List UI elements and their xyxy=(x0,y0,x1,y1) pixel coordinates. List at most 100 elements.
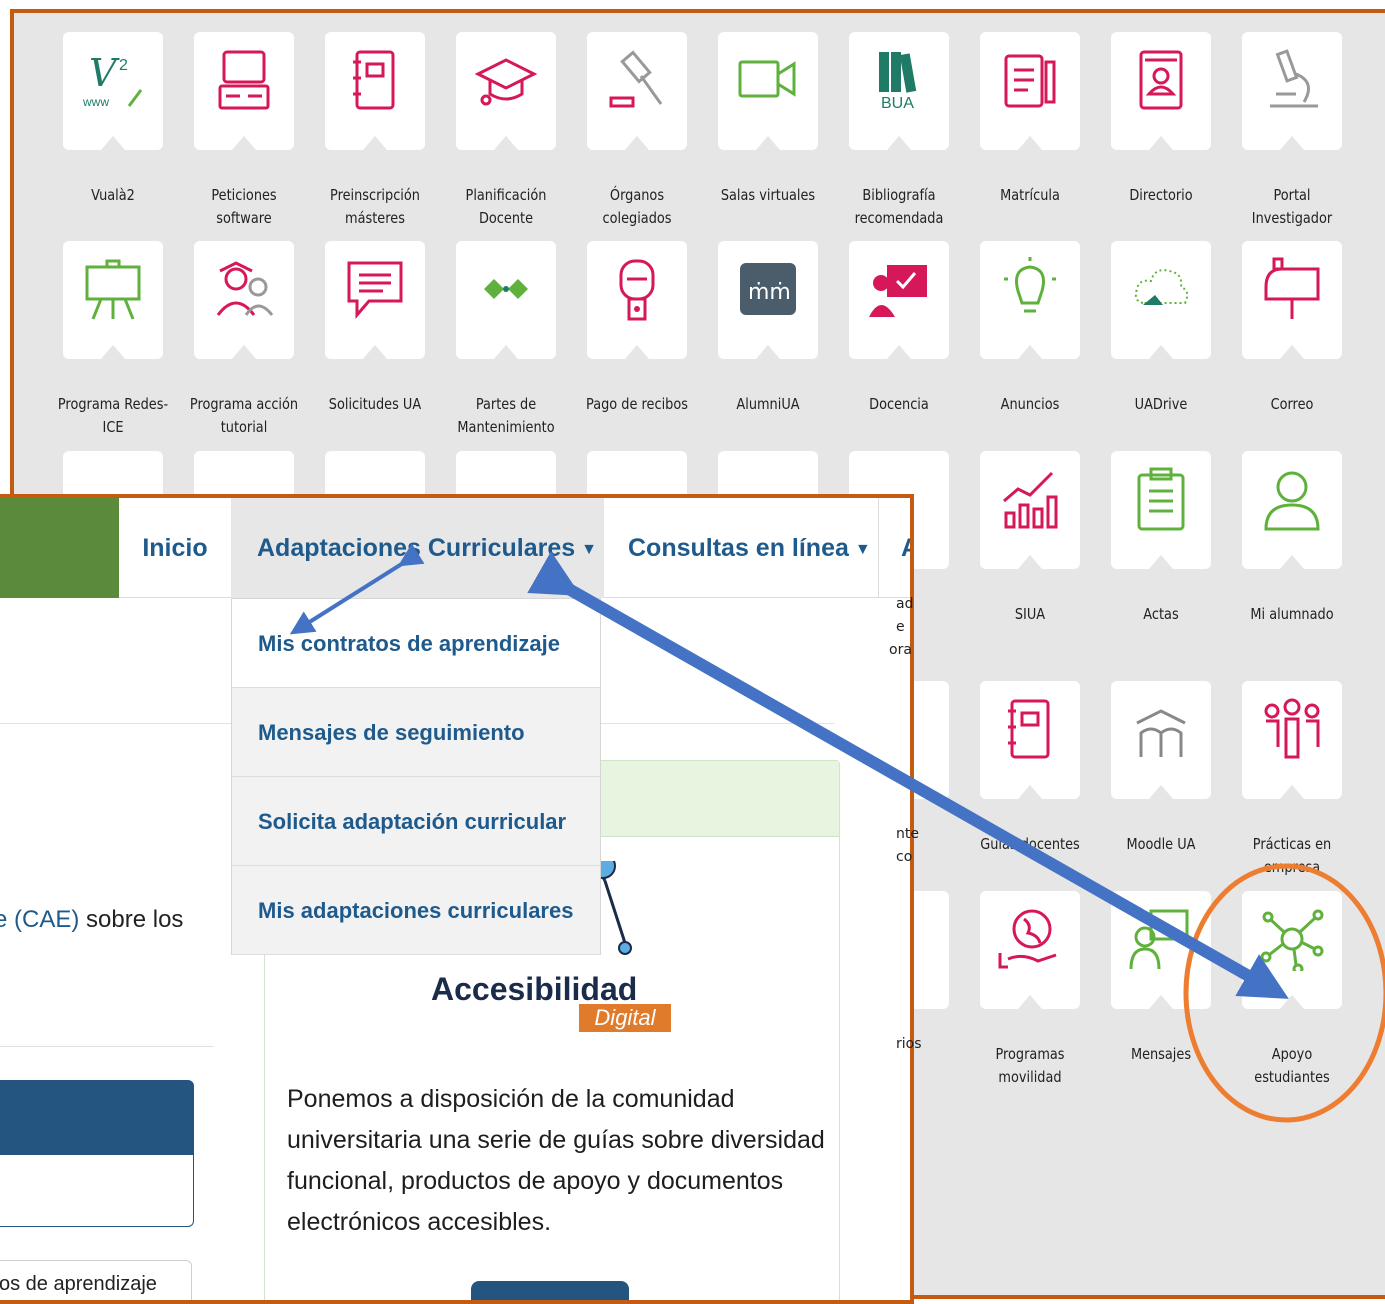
app-tile[interactable]: Programa Redes-ICE xyxy=(30,227,168,437)
app-tile-card xyxy=(849,241,949,359)
nav-adaptaciones-curriculares[interactable]: Adaptaciones Curriculares ▼ xyxy=(231,498,604,598)
card-button[interactable] xyxy=(471,1281,629,1300)
globe-hand-icon xyxy=(998,909,1057,969)
app-tile-label: Mi alumnado xyxy=(1250,605,1334,623)
app-tile[interactable]: BUA Bibliografía recomendada xyxy=(816,18,949,228)
graduation-cap-icon xyxy=(474,58,538,106)
app-tile[interactable]: Actas xyxy=(1078,437,1211,647)
menu-item-mis-contratos[interactable]: Mis contratos de aprendizaje xyxy=(232,599,600,688)
accessibility-webpage: Inicio Adaptaciones Curriculares ▼ Consul… xyxy=(0,494,914,1304)
panel-body xyxy=(0,1155,194,1227)
diamonds-icon xyxy=(484,279,528,299)
app-tile[interactable]: Preinscripción másteres xyxy=(292,18,425,228)
app-tile-label: UADrive xyxy=(1134,395,1188,413)
app-tile[interactable]: Partes de Mantenimiento xyxy=(423,227,556,437)
app-tile-card xyxy=(456,241,556,359)
app-tile[interactable]: Solicitudes UA xyxy=(292,227,425,437)
nav-consultas-en-linea[interactable]: Consultas en línea ▼ xyxy=(604,498,879,598)
svg-text:2: 2 xyxy=(119,57,128,74)
app-tile[interactable]: Guías docentes xyxy=(947,667,1080,877)
app-tile[interactable]: Planificación Docente xyxy=(423,18,556,228)
app-tile-card xyxy=(1242,681,1342,799)
app-tile-card xyxy=(1111,451,1211,569)
nav-inicio[interactable]: Inicio xyxy=(119,498,231,598)
app-tile-label-partial: co xyxy=(896,849,913,865)
caret-down-icon: ▼ xyxy=(854,541,871,558)
app-tile-label: Programa acción tutorial xyxy=(189,395,299,436)
app-tile-label: Programa Redes-ICE xyxy=(57,395,169,436)
app-tile-card xyxy=(1242,241,1342,359)
menu-item-solicita-adaptacion[interactable]: Solicita adaptación curricular xyxy=(232,777,600,866)
microscope-icon xyxy=(1270,49,1318,108)
app-tile-card: ṁṁ xyxy=(718,241,818,359)
lightbulb-icon xyxy=(1004,257,1056,313)
app-tile-card xyxy=(194,241,294,359)
student-icon xyxy=(1264,471,1320,531)
svg-text:www: www xyxy=(82,95,109,109)
app-tile[interactable]: Programa acción tutorial xyxy=(161,227,298,437)
app-tile-label: Pago de recibos xyxy=(586,395,688,413)
app-tile[interactable]: SIUA xyxy=(947,437,1080,647)
app-tile[interactable]: Mi alumnado xyxy=(1209,437,1342,647)
cloud-icon xyxy=(1134,269,1189,305)
app-tile[interactable]: Moodle UA xyxy=(1078,667,1211,877)
network-node-icon xyxy=(1260,909,1324,971)
app-tile[interactable]: Matrícula xyxy=(947,18,1080,228)
app-tile[interactable]: Salas virtuales xyxy=(685,18,818,228)
video-camera-icon xyxy=(738,60,796,98)
app-tile-card xyxy=(1111,681,1211,799)
app-tile-label: Mensajes xyxy=(1130,1045,1192,1063)
app-tile-label: Directorio xyxy=(1129,186,1193,204)
app-tile[interactable]: Correo xyxy=(1209,227,1342,437)
moodle-icon xyxy=(1136,709,1186,757)
app-tile-label-partial: e xyxy=(896,619,905,635)
app-tile[interactable]: Directorio xyxy=(1078,18,1211,228)
svg-text:ṁṁ: ṁṁ xyxy=(748,280,791,305)
app-tile-card xyxy=(718,32,818,150)
app-tile-label-partial: ad xyxy=(896,596,914,612)
app-tile[interactable]: Programas movilidad xyxy=(947,877,1080,1087)
notebook-icon xyxy=(353,50,395,110)
clipboard-icon xyxy=(1137,467,1185,531)
app-tile-label: Anuncios xyxy=(1000,395,1060,413)
computer-icon xyxy=(218,50,270,110)
menu-item-mensajes-seguimiento[interactable]: Mensajes de seguimiento xyxy=(232,688,600,777)
app-tile[interactable]: UADrive xyxy=(1078,227,1211,437)
app-tile[interactable]: Pago de recibos xyxy=(554,227,688,437)
menu-item-mis-adaptaciones[interactable]: Mis adaptaciones curriculares xyxy=(232,866,600,955)
top-navigation: Inicio Adaptaciones Curriculares ▼ Consul… xyxy=(119,498,910,598)
app-tile[interactable]: Prácticas en empresa xyxy=(1209,667,1342,877)
logo-subtitle: Digital xyxy=(579,1004,671,1032)
app-tile[interactable]: Apoyo estudiantes xyxy=(1209,877,1342,1087)
app-tile-label: Programas movilidad xyxy=(995,1045,1065,1086)
app-tile-label: Moodle UA xyxy=(1126,835,1196,853)
app-tile-card xyxy=(587,32,687,150)
app-tile[interactable]: Portal Investigador xyxy=(1209,18,1342,228)
app-tile[interactable]: ṁṁ AlumniUA xyxy=(685,227,818,437)
app-tile-label: Matrícula xyxy=(1000,186,1060,204)
intro-text: sobre los xyxy=(79,906,184,933)
app-tile-label-partial: ora xyxy=(889,642,912,658)
app-tile-card xyxy=(1111,32,1211,150)
cae-link[interactable]: e (CAE) xyxy=(0,906,79,933)
app-tile[interactable]: Órganos colegiados xyxy=(554,18,687,228)
app-tile[interactable]: V 2 www Vualà2 xyxy=(30,18,163,228)
app-tile-card xyxy=(980,241,1080,359)
app-tile[interactable]: Peticiones software xyxy=(161,18,294,228)
app-tile-label: Guías docentes xyxy=(980,835,1080,853)
messages-icon xyxy=(1129,909,1189,970)
svg-text:BUA: BUA xyxy=(881,95,914,112)
app-tile-label-partial: rios xyxy=(896,1036,922,1052)
app-tile-label: Salas virtuales xyxy=(720,186,816,204)
app-tile-label: Partes de Mantenimiento xyxy=(457,395,555,436)
app-tile[interactable]: Anuncios xyxy=(947,227,1080,437)
app-tile-card xyxy=(456,32,556,150)
nav-more[interactable]: A xyxy=(879,498,910,598)
app-tile[interactable]: Mensajes xyxy=(1078,877,1211,1087)
app-tile-card xyxy=(980,891,1080,1009)
app-tile[interactable]: Docencia xyxy=(816,227,949,437)
app-tile-card xyxy=(1242,891,1342,1009)
tab-mis-contratos[interactable]: os de aprendizaje xyxy=(0,1260,192,1300)
app-tile-label: Actas xyxy=(1143,605,1179,623)
app-tile-card: BUA xyxy=(849,32,949,150)
